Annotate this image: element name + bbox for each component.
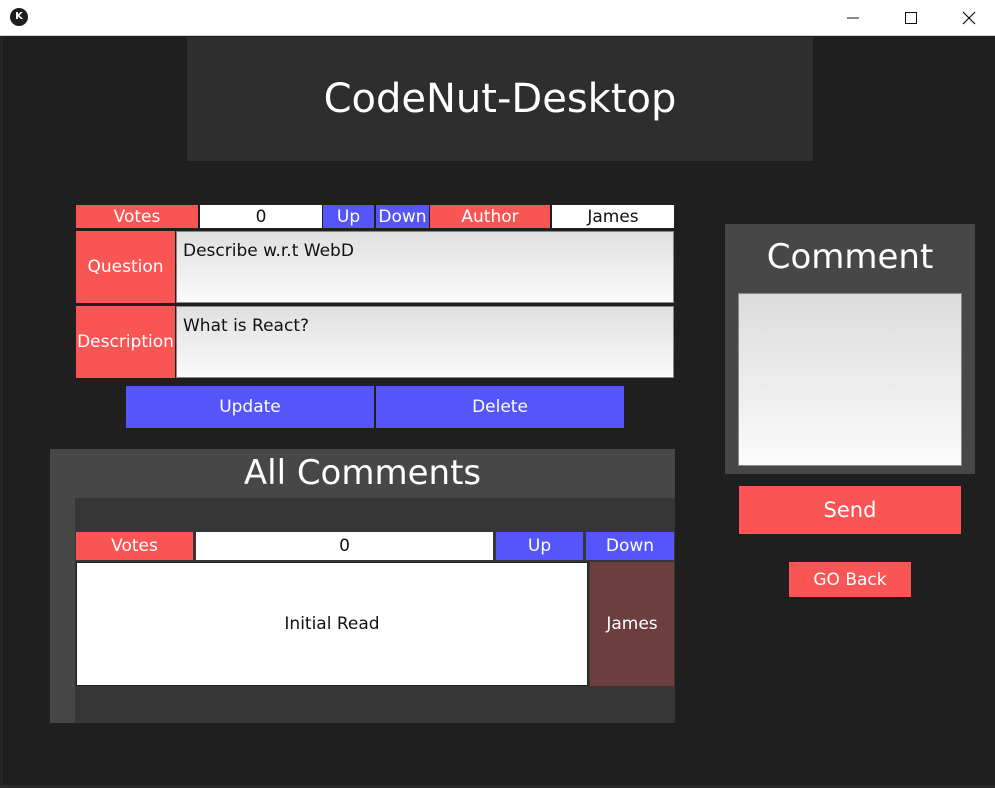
comment-text: Initial Read xyxy=(76,562,588,686)
description-input[interactable]: What is React? xyxy=(176,306,674,378)
comment-upvote-button[interactable]: Up xyxy=(496,532,583,560)
all-comments-title: All Comments xyxy=(243,453,482,493)
comment-votes-label: Votes xyxy=(76,532,193,560)
delete-button[interactable]: Delete xyxy=(376,386,624,428)
comment-votes-value: 0 xyxy=(196,532,493,560)
page-title: CodeNut-Desktop xyxy=(323,76,677,122)
votes-label: Votes xyxy=(76,205,198,228)
comment-downvote-button[interactable]: Down xyxy=(586,532,674,560)
close-button[interactable] xyxy=(946,0,992,35)
maximize-button[interactable] xyxy=(888,0,934,35)
minimize-button[interactable] xyxy=(830,0,876,35)
title-bar: K xyxy=(0,0,995,36)
comment-panel: Comment xyxy=(725,224,975,474)
go-back-button[interactable]: GO Back xyxy=(789,562,911,597)
votes-value: 0 xyxy=(200,205,322,228)
downvote-button[interactable]: Down xyxy=(376,205,429,228)
upvote-button[interactable]: Up xyxy=(323,205,374,228)
description-label: Description xyxy=(76,306,175,378)
close-icon xyxy=(962,11,976,25)
comment-author: James xyxy=(590,562,674,686)
comment-input[interactable] xyxy=(738,293,962,466)
question-input[interactable]: Describe w.r.t WebD xyxy=(176,231,674,303)
minimize-icon xyxy=(847,17,859,19)
app-logo-icon: K xyxy=(10,8,28,26)
author-label: Author xyxy=(430,205,550,228)
send-button[interactable]: Send xyxy=(739,486,961,534)
author-value: James xyxy=(552,205,674,228)
app-header: CodeNut-Desktop xyxy=(187,37,813,161)
maximize-icon xyxy=(905,12,917,24)
comment-title: Comment xyxy=(766,237,934,277)
update-button[interactable]: Update xyxy=(126,386,374,428)
question-label: Question xyxy=(76,231,175,303)
